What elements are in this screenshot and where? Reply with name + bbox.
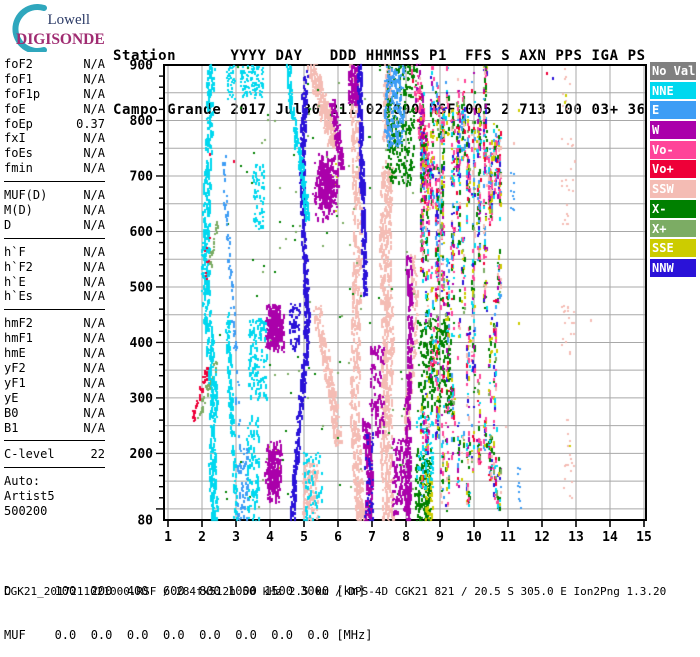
parameter-label: foF1p [4,86,41,101]
parameter-row: foEp 0.37 [4,117,105,132]
parameter-label: hmF1 [4,331,33,346]
parameter-label: h`E [4,274,26,289]
muf-row: MUF 0.0 0.0 0.0 0.0 0.0 0.0 0.0 0.0 [MHz… [4,627,373,642]
parameters-panel: foF2 N/A foF1 N/A foF1p N/A foE N/A foEp 0.37 fxI N… [4,57,105,519]
parameter-label: C-level [4,447,55,462]
parameter-label: yF1 [4,375,26,390]
legend-item-vo+: Vo+ [650,160,696,179]
parameter-row: MUF(D) N/A [4,188,105,203]
legend-item-x-: X- [650,199,696,218]
parameter-row: B1 N/A [4,421,105,436]
parameter-label: B0 [4,405,19,420]
parameter-row: hmF2 N/A [4,316,105,331]
legend-item-vo-: Vo- [650,140,696,159]
parameter-row: M(D) N/A [4,203,105,218]
parameter-label: h`Es [4,289,33,304]
parameter-row: B0 N/A [4,406,105,421]
footer-status-line: CGK21_2017211021000.RSF / 284fx512h 50 k… [4,585,667,598]
digisonde-logo: Lowell DIGISONDE [12,4,105,52]
parameter-label: B1 [4,420,19,435]
parameter-row: h`F2 N/A [4,260,105,275]
parameter-row: h`E N/A [4,275,105,290]
group-divider [4,467,105,469]
parameter-label: M(D) [4,203,33,218]
parameter-row: yE N/A [4,391,105,406]
parameter-label: fxI [4,131,26,146]
parameter-row: fmin N/A [4,161,105,176]
legend-item-sse: SSE [650,239,696,257]
parameter-row: foF1 N/A [4,72,105,87]
autoscaler-info-line: Auto: [4,474,41,489]
parameter-row: yF2 N/A [4,361,105,376]
parameter-label: yE [4,390,19,405]
velocity-legend: No Val NNE E W Vo- Vo+ SSW X- X+ SSE NNW [650,62,697,279]
legend-item-x+: X+ [650,219,696,238]
logo-lowell-text: Lowell [48,12,91,28]
group-divider [4,237,105,239]
ionogram-canvas [100,50,680,560]
parameter-row: h`F N/A [4,245,105,260]
parameter-label: foF1 [4,71,33,86]
parameter-label: h`F [4,244,26,259]
distance-muf-table: D 100 200 400 600 800 1000 1500 3000 [km… [4,555,372,657]
parameter-label: hmE [4,346,26,361]
parameter-label: hmF2 [4,316,33,331]
logo-digisonde-text: DIGISONDE [16,31,105,48]
group-divider [4,309,105,311]
parameter-label: foF2 [4,57,33,71]
group-divider [4,440,105,442]
parameter-row: h`Es N/A [4,289,105,304]
autoscaler-info-line: Artist5 [4,489,55,504]
group-divider [4,181,105,183]
parameter-label: MUF(D) [4,188,48,203]
parameter-row: foF2 N/A [4,57,105,72]
parameter-label: D [4,217,12,232]
parameter-row: fxI N/A [4,131,105,146]
parameter-row: foEs N/A [4,146,105,161]
parameter-label: foEs [4,146,33,161]
parameter-row: foF1p N/A [4,87,105,102]
parameter-row: yF1 N/A [4,376,105,391]
autoscaler-info-line: 500200 [4,504,48,519]
parameter-row: hmF1 N/A [4,331,105,346]
parameter-label: foEp [4,116,33,131]
legend-item-ssw: SSW [650,180,696,198]
parameter-label: yF2 [4,361,26,376]
parameter-label: fmin [4,161,33,176]
ionogram-plot: 9008007006005004003002008012345678910111… [100,50,680,560]
parameter-row: foE N/A [4,102,105,117]
legend-item-e: E [650,101,696,120]
parameter-row: D N/A [4,218,105,233]
ionogram-page: { "logo": {"top": "Lowell", "bottom": "D… [0,0,700,642]
legend-item-nnw: NNW [650,258,696,277]
parameter-label: foE [4,101,26,116]
parameter-row: C-level 22 [4,447,105,462]
legend-item-w: W [650,121,696,139]
parameter-row: hmE N/A [4,346,105,361]
parameter-label: h`F2 [4,259,33,274]
legend-item-nne: NNE [650,81,696,100]
legend-item-noval: No Val [650,62,696,80]
